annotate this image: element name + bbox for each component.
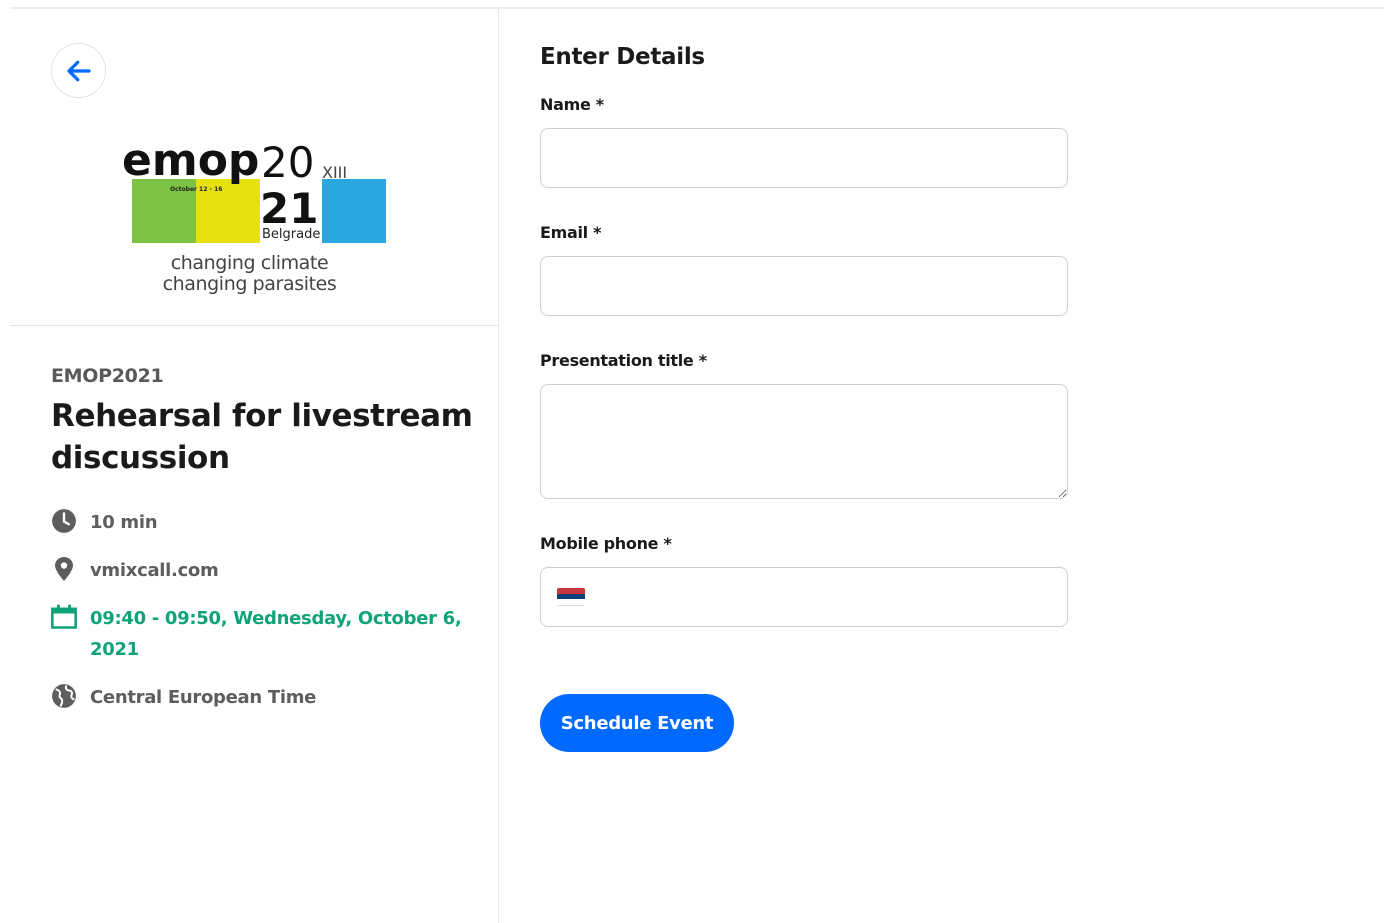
panel-divider	[10, 325, 499, 326]
name-input[interactable]	[540, 128, 1068, 188]
datetime-row: 09:40 - 09:50, Wednesday, October 6, 202…	[50, 603, 480, 665]
organizer-name: EMOP2021	[51, 365, 164, 387]
email-input[interactable]	[540, 256, 1068, 316]
logo-edition: XIII	[322, 163, 347, 182]
schedule-event-button[interactable]: Schedule Event	[540, 694, 734, 752]
duration-text: 10 min	[90, 512, 158, 533]
datetime-text: 09:40 - 09:50, Wednesday, October 6, 202…	[90, 608, 462, 660]
globe-icon	[50, 682, 78, 710]
form-title: Enter Details	[540, 44, 705, 70]
name-label: Name *	[540, 95, 604, 114]
location-text: vmixcall.com	[90, 560, 219, 581]
event-logo: emop 20 XIII October 12 - 16 21 Belgrade…	[122, 131, 397, 301]
logo-year-bottom: 21	[260, 184, 318, 233]
back-button[interactable]	[51, 43, 106, 98]
logo-dates: October 12 - 16	[170, 186, 222, 193]
event-title: Rehearsal for livestream discussion	[51, 398, 473, 476]
mobile-phone-input[interactable]	[540, 567, 1068, 627]
logo-city: Belgrade	[262, 227, 320, 242]
mobile-phone-label: Mobile phone *	[540, 534, 672, 553]
location-pin-icon	[50, 555, 78, 583]
timezone-text: Central European Time	[90, 687, 317, 708]
serbia-flag-icon[interactable]	[557, 588, 585, 606]
page: emop 20 XIII October 12 - 16 21 Belgrade…	[0, 0, 1384, 923]
logo-caption-line1: changing climate	[170, 252, 329, 274]
duration-row: 10 min	[50, 507, 158, 538]
logo-graphic: emop 20 XIII October 12 - 16 21 Belgrade	[122, 135, 386, 243]
logo-year-top: 20	[261, 138, 314, 187]
clock-icon	[50, 507, 78, 535]
calendar-icon	[50, 603, 78, 631]
presentation-title-label: Presentation title *	[540, 351, 707, 370]
logo-caption-line2: changing parasites	[162, 273, 337, 295]
arrow-left-icon	[66, 60, 91, 81]
event-info-panel: emop 20 XIII October 12 - 16 21 Belgrade…	[10, 9, 499, 923]
email-label: Email *	[540, 223, 602, 242]
logo-wordmark: emop	[122, 135, 259, 186]
presentation-title-textarea[interactable]	[540, 384, 1068, 499]
timezone-row: Central European Time	[50, 682, 316, 713]
location-row: vmixcall.com	[50, 555, 219, 586]
